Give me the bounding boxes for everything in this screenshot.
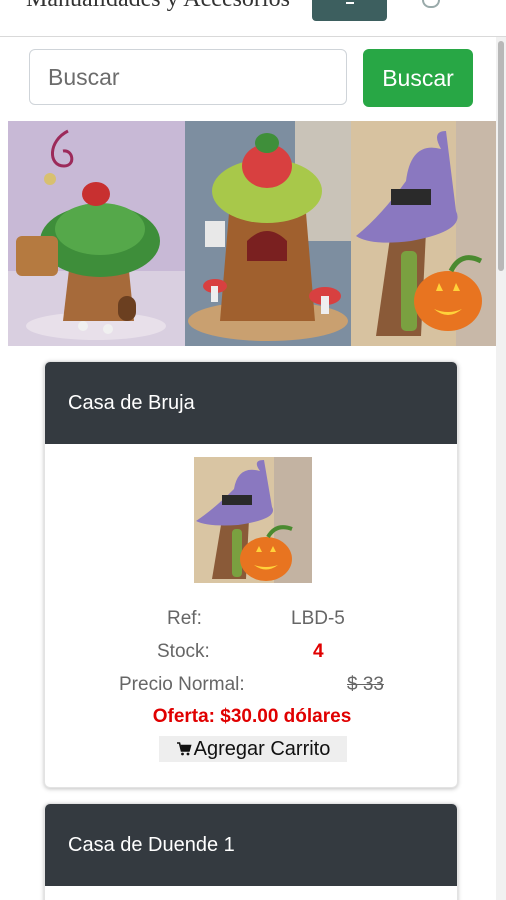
top-navbar: Manualidades y Accesorios bbox=[0, 0, 506, 37]
add-to-cart-label: Agregar Carrito bbox=[193, 737, 331, 760]
normal-price-value: $ 33 bbox=[347, 674, 384, 695]
stock-label: Stock: bbox=[157, 641, 210, 662]
product-card-title[interactable]: Casa de Bruja bbox=[45, 362, 457, 444]
search-input[interactable] bbox=[29, 49, 347, 105]
scrollbar-thumb[interactable] bbox=[498, 41, 504, 271]
price-label: Precio Normal: bbox=[119, 674, 245, 695]
product-card-title[interactable]: Casa de Duende 1 bbox=[45, 804, 457, 886]
banner-carousel[interactable] bbox=[8, 121, 496, 346]
product-card: Casa de Duende 1 bbox=[44, 803, 458, 900]
product-image[interactable] bbox=[194, 457, 312, 583]
search-form: Buscar bbox=[8, 49, 496, 107]
page-content: Buscar Buscar Casa de Bruja Ref: LBD-5 S… bbox=[8, 37, 496, 900]
search-button[interactable]: Buscar bbox=[363, 49, 473, 107]
scrollbar[interactable] bbox=[496, 37, 506, 900]
offer-price: Oferta: $30.00 dólares bbox=[152, 706, 352, 727]
banner-image-stump-house bbox=[185, 121, 351, 346]
ref-label: Ref: bbox=[167, 608, 202, 629]
brand-title[interactable]: Manualidades y Accesorios bbox=[26, 0, 290, 13]
ref-value: LBD-5 bbox=[291, 608, 345, 629]
shopping-cart-icon bbox=[176, 742, 192, 756]
navbar-toggle-button[interactable] bbox=[312, 0, 387, 21]
add-to-cart-button[interactable]: Agregar Carrito bbox=[159, 736, 347, 762]
user-icon[interactable] bbox=[422, 0, 440, 8]
banner-image-witch-house bbox=[351, 121, 496, 346]
stock-value: 4 bbox=[313, 641, 324, 662]
product-card: Casa de Bruja Ref: LBD-5 Stock: 4 Precio… bbox=[44, 361, 458, 788]
banner-image-fairy-house bbox=[8, 121, 185, 346]
